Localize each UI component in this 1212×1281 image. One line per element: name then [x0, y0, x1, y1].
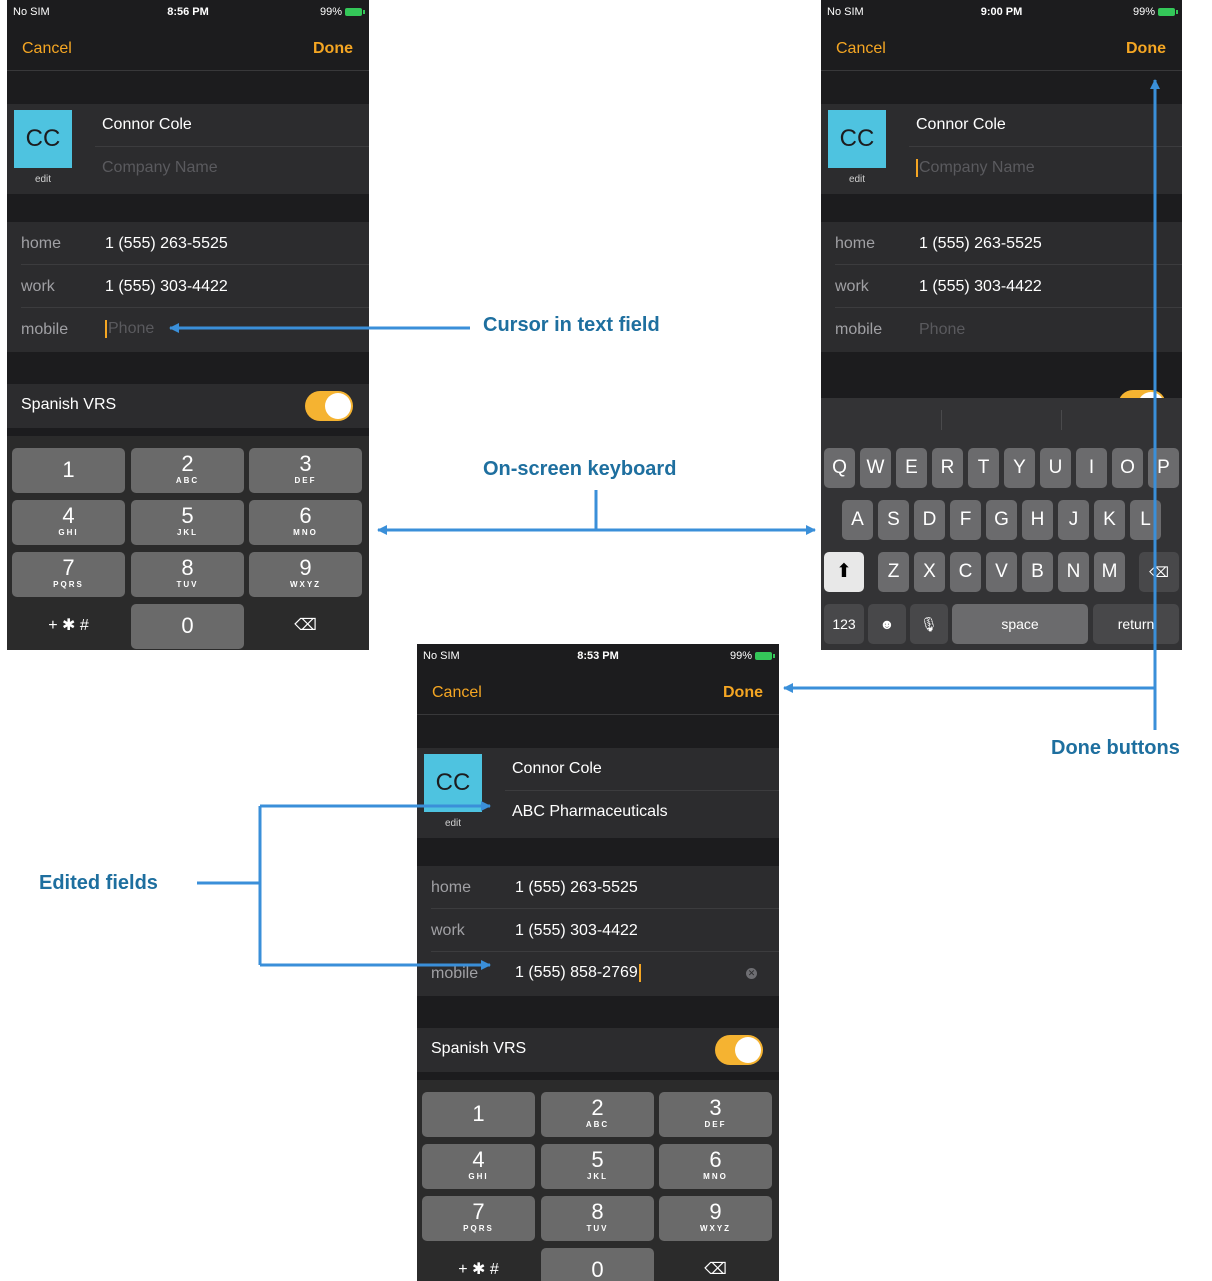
- callout-done: Done buttons: [1051, 737, 1180, 759]
- callout-edited: Edited fields: [39, 872, 158, 894]
- callout-cursor: Cursor in text field: [483, 314, 660, 336]
- annotation-arrows: [169, 79, 1160, 970]
- callout-keyboard: On-screen keyboard: [483, 458, 677, 480]
